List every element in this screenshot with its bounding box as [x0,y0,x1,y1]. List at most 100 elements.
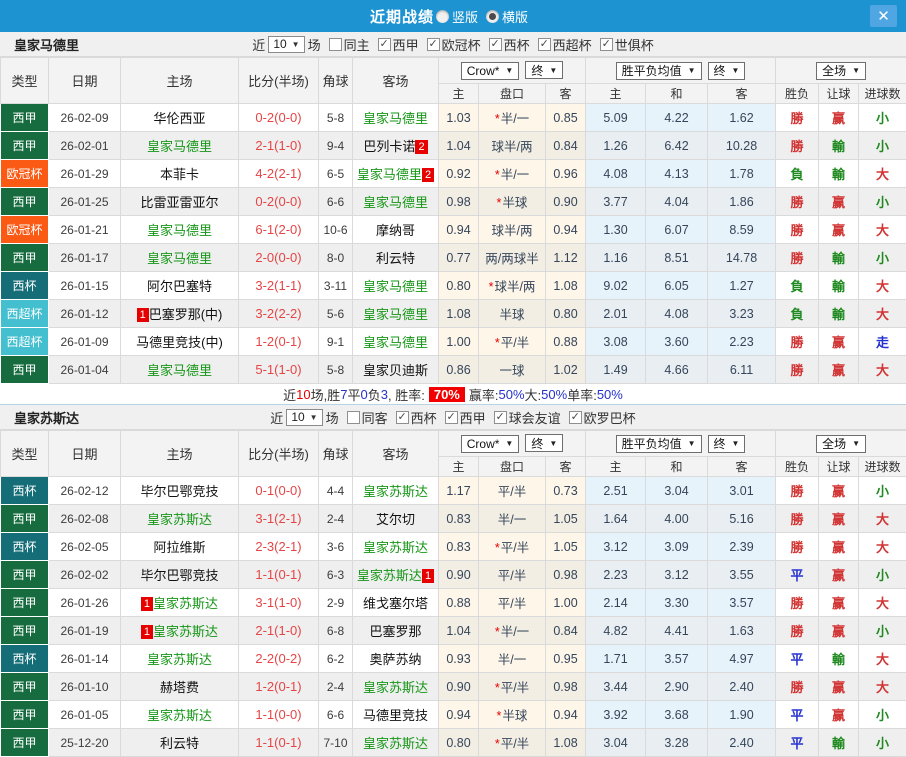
chevron-down-icon: ▼ [505,439,513,448]
handicap-text: 半/一 [498,513,526,527]
league-type-badge: 西甲 [1,561,49,589]
league-filter-checkbox[interactable]: ✓西超杯 [538,35,592,54]
corner-count: 9-4 [319,132,353,160]
close-icon[interactable]: ✕ [870,5,897,27]
checkbox-checked-icon[interactable]: ✓ [489,38,502,51]
odds-handicap: *半/一 [479,617,546,645]
odds-handicap: *半/一 [479,104,546,132]
same-venue-checkbox[interactable]: 同客 [347,408,388,427]
league-filter-checkbox[interactable]: ✓西甲 [378,35,419,54]
same-venue-checkbox[interactable]: 同主 [329,35,370,54]
checkbox-checked-icon[interactable]: ✓ [600,38,613,51]
summary-segment: 单率: [567,385,597,404]
avg-stage-select[interactable]: 终▼ [708,62,746,80]
corner-count: 2-4 [319,673,353,701]
select-value: 终 [531,435,543,452]
odds-stage-select[interactable]: 终▼ [525,61,563,79]
match-date: 26-01-19 [49,617,121,645]
league-filter-checkbox[interactable]: ✓西杯 [489,35,530,54]
table-row: 西超杯26-01-09马德里竞技(中)1-2(0-1)9-1皇家马德里1.00*… [1,328,906,356]
summary-segment: 7 [340,387,347,402]
summary-segment: 50% [499,387,525,402]
column-header: 比分(半场) [239,431,319,477]
match-score: 0-1(0-0) [239,477,319,505]
away-team-name: 皇家贝迪斯 [363,363,428,378]
summary-segment: 平 [348,385,361,404]
match-score: 1-1(0-0) [239,701,319,729]
result-goals: 小 [859,104,906,132]
select-value: Crow* [467,64,500,78]
odds-home: 0.80 [439,729,479,757]
avg-away: 5.16 [708,505,776,533]
avg-stage-select[interactable]: 终▼ [708,435,746,453]
odds-home: 1.04 [439,132,479,160]
league-filter-checkbox[interactable]: ✓球会友谊 [494,408,561,427]
column-header: 日期 [49,58,121,104]
handicap-changed-star: * [495,625,500,639]
avg-draw: 3.30 [646,589,708,617]
match-date: 26-01-10 [49,673,121,701]
league-filter-checkbox-label: 欧冠杯 [442,35,481,54]
select-value: Crow* [467,437,500,451]
near-label: 近 [252,35,265,54]
home-team-name: 毕尔巴鄂竞技 [140,568,218,583]
checkbox-checked-icon[interactable]: ✓ [445,411,458,424]
corner-count: 2-4 [319,505,353,533]
odds-home: 0.86 [439,356,479,384]
recent-count-select[interactable]: 10▼ [268,36,304,53]
league-filter-checkbox[interactable]: ✓西杯 [396,408,437,427]
league-filter-checkbox-label: 西杯 [411,408,437,427]
checkbox-unchecked-icon[interactable] [329,38,342,51]
summary-segment: 0 [361,387,368,402]
league-filter-checkbox[interactable]: ✓世俱杯 [600,35,654,54]
league-filter-checkbox[interactable]: ✓西甲 [445,408,486,427]
radio-vertical-layout[interactable] [436,10,449,23]
home-team-name: 阿尔巴塞特 [147,279,212,294]
odds-provider-select[interactable]: Crow*▼ [461,62,520,80]
corner-count: 6-6 [319,701,353,729]
checkbox-checked-icon[interactable]: ✓ [396,411,409,424]
checkbox-checked-icon[interactable]: ✓ [569,411,582,424]
league-filter-checkbox[interactable]: ✓欧罗巴杯 [569,408,636,427]
handicap-changed-star: * [497,196,502,210]
result-goals: 小 [859,477,906,505]
odds-provider-select[interactable]: Crow* ▼ [461,435,520,453]
odds-stage-select[interactable]: 终▼ [525,434,563,452]
sub-column-header: 让球 [819,457,859,477]
odds-handicap: 平/半 [479,561,546,589]
summary-segment: 大: [525,385,542,404]
column-header: 比分(半场) [239,58,319,104]
league-filter-checkbox-label: 欧罗巴杯 [584,408,636,427]
checkbox-checked-icon[interactable]: ✓ [494,411,507,424]
scope-select[interactable]: 全场▼ [816,62,866,80]
column-header: 客场 [353,431,439,477]
home-team: 皇家马德里 [121,244,239,272]
chevron-down-icon: ▼ [310,413,318,422]
avg-draw: 6.07 [646,216,708,244]
league-type-badge: 西甲 [1,701,49,729]
checkbox-checked-icon[interactable]: ✓ [378,38,391,51]
away-team: 皇家马德里 [353,328,439,356]
odds-home: 0.93 [439,645,479,673]
result-handicap: 赢 [819,477,859,505]
checkbox-unchecked-icon[interactable] [347,411,360,424]
radio-horizontal-layout[interactable] [486,10,499,23]
result-group-header: 全场▼ [776,431,906,457]
avg-type-select[interactable]: 胜平负均值▼ [616,435,702,453]
checkbox-checked-icon[interactable]: ✓ [538,38,551,51]
odds-home: 1.17 [439,477,479,505]
league-filter-checkbox[interactable]: ✓欧冠杯 [427,35,481,54]
league-type-badge: 西甲 [1,589,49,617]
select-value: 全场 [822,62,846,79]
scope-select[interactable]: 全场▼ [816,435,866,453]
match-score: 4-2(2-1) [239,160,319,188]
odds-away: 0.73 [546,477,586,505]
away-team: 皇家苏斯达 [353,533,439,561]
away-team-name: 巴列卡诺 [363,139,415,154]
avg-away: 1.86 [708,188,776,216]
recent-count-select[interactable]: 10▼ [286,409,322,426]
result-outcome: 勝 [776,132,819,160]
avg-type-select[interactable]: 胜平负均值▼ [616,62,702,80]
checkbox-checked-icon[interactable]: ✓ [427,38,440,51]
result-handicap: 赢 [819,561,859,589]
